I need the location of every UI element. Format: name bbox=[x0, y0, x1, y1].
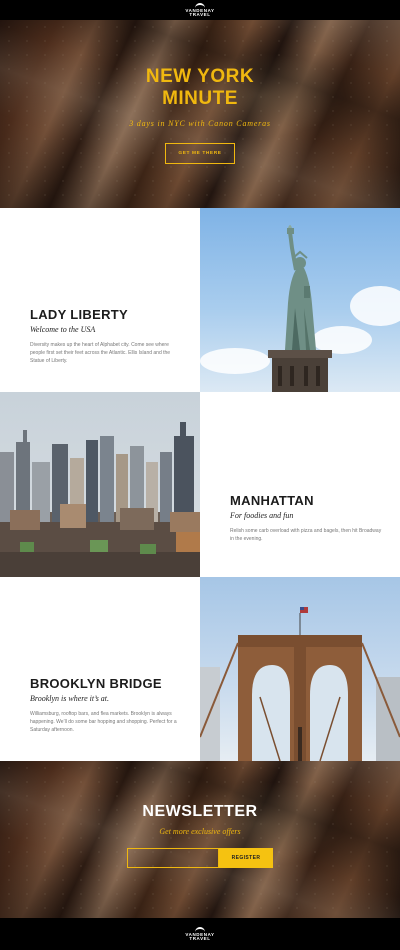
section-subtitle: Welcome to the USA bbox=[30, 325, 96, 334]
skyline-silhouette bbox=[0, 422, 200, 577]
newsletter-title: NEWSLETTER bbox=[142, 803, 258, 820]
email-field[interactable] bbox=[127, 848, 219, 868]
footer: VANDENAY TRAVEL bbox=[0, 918, 400, 950]
get-me-there-button[interactable]: GET ME THERE bbox=[165, 143, 235, 164]
section-description: Williamsburg, rooftop bars, and flea mar… bbox=[30, 711, 177, 733]
register-button[interactable]: REGISTER bbox=[219, 848, 273, 868]
brooklyn-bridge-image bbox=[200, 577, 400, 761]
statue-of-liberty-image bbox=[200, 208, 400, 392]
manhattan-section: MANHATTAN For foodies and fun Relish som… bbox=[0, 392, 400, 577]
statue-silhouette bbox=[268, 225, 332, 392]
brand-tagline: TRAVEL bbox=[189, 12, 211, 17]
footer-logo[interactable]: VANDENAY TRAVEL bbox=[185, 926, 214, 942]
newsletter-section: NEWSLETTER Get more exclusive offers REG… bbox=[0, 761, 400, 918]
top-bar: VANDENAY TRAVEL bbox=[0, 0, 400, 20]
hero-title: NEW YORK MINUTE bbox=[145, 66, 255, 109]
brooklyn-bridge-section: BROOKLYN BRIDGE Brooklyn is where it’s a… bbox=[0, 577, 400, 761]
section-description: Diversity makes up the heart of Alphabet… bbox=[30, 342, 171, 364]
logo-arch-icon bbox=[195, 926, 205, 932]
manhattan-skyline-image bbox=[0, 392, 200, 577]
lady-liberty-section: LADY LIBERTY Welcome to the USA Diversit… bbox=[0, 208, 400, 392]
section-description: Relish some carb overload with pizza and… bbox=[230, 528, 382, 542]
section-title: MANHATTAN bbox=[230, 493, 314, 508]
section-title: LADY LIBERTY bbox=[30, 307, 128, 322]
newsletter-subtitle: Get more exclusive offers bbox=[159, 827, 241, 836]
section-title: BROOKLYN BRIDGE bbox=[30, 676, 162, 691]
hero-section: NEW YORK MINUTE 3 days in NYC with Canon… bbox=[0, 20, 400, 208]
brand-logo[interactable]: VANDENAY TRAVEL bbox=[185, 2, 214, 18]
section-subtitle: Brooklyn is where it’s at. bbox=[30, 694, 110, 703]
section-subtitle: For foodies and fun bbox=[230, 511, 294, 520]
brand-tagline: TRAVEL bbox=[189, 936, 211, 941]
logo-arch-icon bbox=[195, 2, 205, 8]
bridge-silhouette bbox=[200, 607, 400, 761]
hero-subtitle: 3 days in NYC with Canon Cameras bbox=[129, 119, 271, 128]
newsletter-form: REGISTER bbox=[127, 848, 273, 868]
